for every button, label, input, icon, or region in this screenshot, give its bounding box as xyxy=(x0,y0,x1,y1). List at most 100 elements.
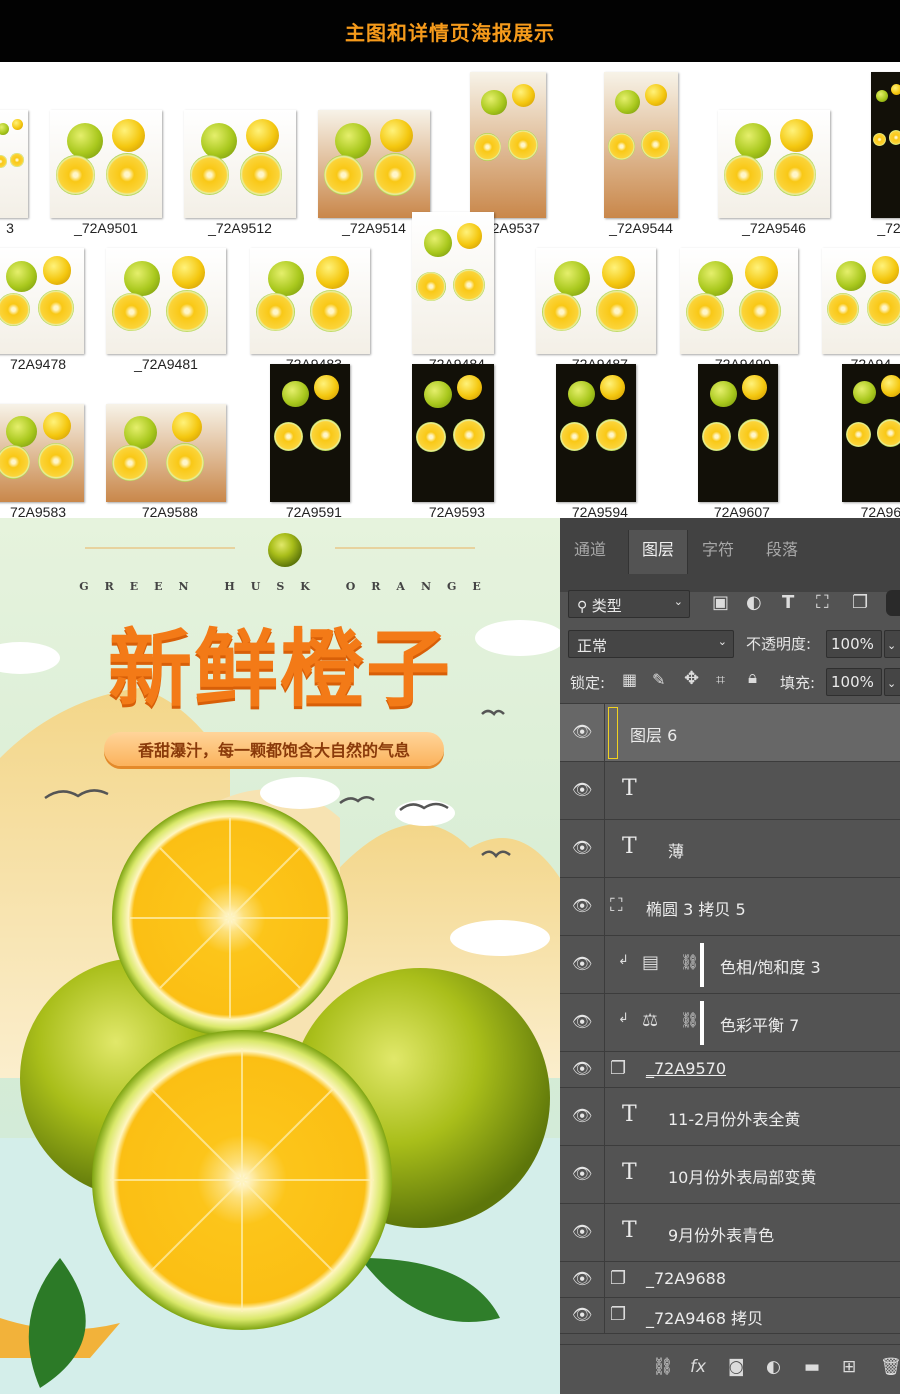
layer-row[interactable]: 👁︎ 图层 6 xyxy=(560,704,900,762)
tab-2[interactable]: 字符 xyxy=(702,536,734,560)
layer-row[interactable]: 👁︎ T 10月份外表局部变黄 xyxy=(560,1146,900,1204)
layer-name: 椭圆 3 拷贝 5 xyxy=(646,900,746,919)
file-thumbnail[interactable]: _72A94 xyxy=(822,248,900,374)
opacity-dropdown[interactable]: ⌄ xyxy=(884,630,900,658)
fx-icon[interactable]: fx xyxy=(690,1357,706,1377)
orange-shape xyxy=(457,375,483,401)
layer-divider xyxy=(604,1204,605,1261)
folder-icon[interactable]: ▬ xyxy=(804,1357,820,1377)
layer-name: 9月份外表青色 xyxy=(668,1226,775,1245)
visibility-eye-icon[interactable]: 👁︎ xyxy=(572,1269,592,1288)
visibility-eye-icon[interactable]: 👁︎ xyxy=(572,1305,592,1324)
file-thumbnail[interactable]: _72A9546 xyxy=(718,110,830,238)
layer-row[interactable]: 👁︎ T 11-2月份外表全黄 xyxy=(560,1088,900,1146)
tab-0[interactable]: 通道 xyxy=(574,536,606,560)
file-thumbnail[interactable]: _72A9588 xyxy=(106,404,226,518)
orange-shape xyxy=(282,380,309,408)
orange-shape xyxy=(124,415,157,449)
visibility-eye-icon[interactable]: 👁︎ xyxy=(572,722,592,741)
visibility-eye-icon[interactable]: 👁︎ xyxy=(572,1012,592,1031)
smart-filter-icon[interactable]: ❐ xyxy=(852,592,868,613)
new-layer-icon[interactable]: ⊞ xyxy=(842,1357,856,1377)
thumbnail-label: _72A9481 xyxy=(134,356,198,372)
visibility-eye-icon[interactable]: 👁︎ xyxy=(572,1222,592,1241)
file-thumbnail[interactable]: 3 xyxy=(0,110,28,238)
visibility-eye-icon[interactable]: 👁︎ xyxy=(572,780,592,799)
file-thumbnail[interactable]: _72A9487 xyxy=(536,248,656,374)
file-thumbnail[interactable]: _72A9512 xyxy=(184,110,296,238)
file-thumbnail[interactable]: _72A9544 xyxy=(604,72,678,238)
orange-shape xyxy=(644,83,668,107)
thumbnail-image xyxy=(318,110,430,218)
thumbnail-label: _72A9593 xyxy=(421,504,485,518)
layer-divider xyxy=(604,1146,605,1203)
chevron-down-icon: ⌄ xyxy=(673,595,683,608)
file-thumbnail[interactable]: _72A9591 xyxy=(270,364,350,518)
layer-row[interactable]: 👁︎ ❐ _72A9570 xyxy=(560,1052,900,1088)
orange-shape xyxy=(473,133,502,161)
shape-filter-icon[interactable]: ⛶ xyxy=(816,592,829,613)
orange-shape xyxy=(723,155,763,195)
thumbnail-label: _72A9501 xyxy=(74,220,138,236)
layer-row[interactable]: 👁︎ ↲ ▤ ⛓ 色相/饱和度 3 xyxy=(560,936,900,994)
orange-shape xyxy=(702,421,732,452)
file-thumbnail[interactable]: 72A9478 xyxy=(0,248,84,374)
file-thumbnail[interactable]: _72 xyxy=(871,72,900,238)
layer-row[interactable]: 👁︎ ❐ _72A9468 拷贝 xyxy=(560,1298,900,1334)
orange-shape xyxy=(172,256,205,290)
fill-input[interactable]: 100% xyxy=(826,668,882,696)
layer-row[interactable]: 👁︎ T xyxy=(560,762,900,820)
visibility-eye-icon[interactable]: 👁︎ xyxy=(572,1106,592,1125)
type-filter-icon[interactable]: T xyxy=(782,592,794,613)
layer-row[interactable]: 👁︎ ↲ ⚖ ⛓ 色彩平衡 7 xyxy=(560,994,900,1052)
file-thumbnail[interactable]: _72A9594 xyxy=(556,364,636,518)
visibility-eye-icon[interactable]: 👁︎ xyxy=(572,1059,592,1078)
link-icon[interactable]: ⛓ xyxy=(652,1357,674,1377)
filter-toggle-icon[interactable] xyxy=(886,590,900,616)
image-filter-icon[interactable]: ▣ xyxy=(712,592,729,613)
lock-transparent-icon[interactable]: ▦ xyxy=(622,670,637,689)
trash-icon[interactable]: 🗑︎ xyxy=(880,1357,900,1377)
file-thumbnail[interactable]: _72A9593 xyxy=(412,364,494,518)
layer-row[interactable]: 👁︎ ⛶ 椭圆 3 拷贝 5 xyxy=(560,878,900,936)
file-thumbnail[interactable]: _72A9501 xyxy=(50,110,162,238)
poster-tagline-pill: 香甜瀑汁，每一颗都饱含大自然的气息 xyxy=(104,732,444,766)
layer-row[interactable]: 👁︎ ❐ _72A9688 xyxy=(560,1262,900,1298)
visibility-eye-icon[interactable]: 👁︎ xyxy=(572,1164,592,1183)
visibility-eye-icon[interactable]: 👁︎ xyxy=(572,838,592,857)
mask-icon[interactable]: ◙ xyxy=(728,1357,745,1377)
fill-dropdown[interactable]: ⌄ xyxy=(884,668,900,696)
thumbnail-label: _72A9512 xyxy=(208,220,272,236)
orange-shape xyxy=(11,118,23,130)
lock-move-icon[interactable]: ✥ xyxy=(684,668,699,689)
file-thumbnail[interactable]: _72A9607 xyxy=(698,364,778,518)
file-thumbnail[interactable]: 72A9583 xyxy=(0,404,84,518)
lock-artboard-icon[interactable]: ⌗ xyxy=(716,670,725,690)
file-thumbnail[interactable]: _72A9483 xyxy=(250,248,370,374)
orange-shape xyxy=(542,292,581,332)
adjustment-icon[interactable]: ◐ xyxy=(766,1357,781,1377)
file-thumbnail[interactable]: _72A9484 xyxy=(412,212,494,374)
lock-brush-icon[interactable]: ✎ xyxy=(652,670,665,689)
text-layer-icon: T xyxy=(622,834,637,859)
small-orange-icon xyxy=(268,533,302,567)
blend-mode-select[interactable]: 正常 ⌄ xyxy=(568,630,734,658)
file-thumbnail[interactable]: _72A9490 xyxy=(680,248,798,374)
adjustment-filter-icon[interactable]: ◐ xyxy=(746,592,762,613)
opacity-input[interactable]: 100% xyxy=(826,630,882,658)
tab-3[interactable]: 段落 xyxy=(766,536,798,560)
tab-1[interactable]: 图层 xyxy=(628,530,688,574)
layer-row[interactable]: 👁︎ T 9月份外表青色 xyxy=(560,1204,900,1262)
file-thumbnail[interactable]: _72A96 xyxy=(842,364,900,518)
orange-shape xyxy=(124,260,160,297)
orange-shape xyxy=(66,122,104,160)
layer-filter-select[interactable]: ⚲ 类型 ⌄ xyxy=(568,590,690,618)
visibility-eye-icon[interactable]: 👁︎ xyxy=(572,896,592,915)
orange-shape xyxy=(453,268,486,301)
orange-shape xyxy=(641,130,670,160)
file-thumbnail[interactable]: _72A9481 xyxy=(106,248,226,374)
visibility-eye-icon[interactable]: 👁︎ xyxy=(572,954,592,973)
layer-row[interactable]: 👁︎ T 薄 xyxy=(560,820,900,878)
lock-all-icon[interactable]: 🔒︎ xyxy=(748,668,757,688)
smart-object-icon: ❐ xyxy=(610,1304,627,1325)
